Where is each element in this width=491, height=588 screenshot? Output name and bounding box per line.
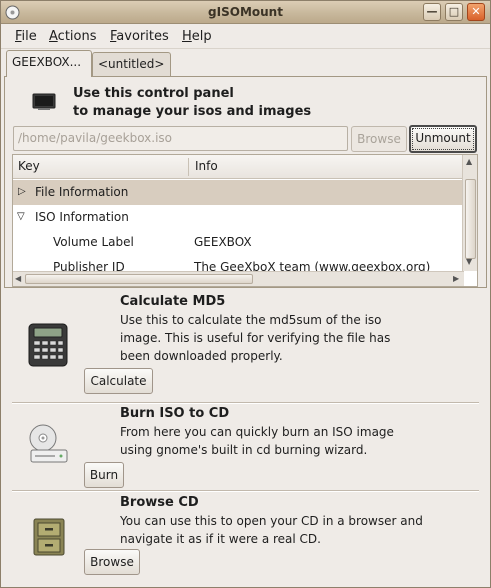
close-icon: ✕ [471,5,481,18]
main-window: gISOMount — □ ✕ File Actions Favorites H… [0,0,491,588]
panel-heading: Use this control panel to manage your is… [73,86,312,119]
tree-row-volume-label[interactable]: Volume Label GEEXBOX [13,230,463,255]
info-tree[interactable]: Key Info ▷ File Information ▽ ISO Inform… [12,154,478,287]
file-cabinet-icon [33,518,65,556]
window-title: gISOMount [208,5,283,19]
horizontal-scrollbar[interactable]: ◀ ▶ [13,271,464,286]
vertical-scrollbar[interactable]: ▲ ▼ [462,155,477,271]
close-button[interactable]: ✕ [467,3,485,21]
scroll-left-icon[interactable]: ◀ [15,274,21,283]
menu-actions[interactable]: Actions [49,29,97,44]
menu-help[interactable]: Help [182,29,212,44]
burn-description: From here you can quickly burn an ISO im… [120,425,394,457]
scroll-right-icon[interactable]: ▶ [453,274,459,283]
expander-collapsed-icon[interactable]: ▷ [18,186,26,197]
tab-geexbox[interactable]: GEEXBOX... [6,50,92,77]
menu-file[interactable]: File [15,29,37,44]
browse-cd-title: Browse CD [120,495,199,510]
browse-path-button[interactable]: Browse [351,126,407,152]
vertical-scroll-thumb[interactable] [465,179,476,259]
scroll-down-icon[interactable]: ▼ [466,257,472,266]
horizontal-scroll-thumb[interactable] [25,274,253,284]
burn-button[interactable]: Burn [84,462,124,488]
column-info[interactable]: Info [195,159,218,173]
browse-cd-button[interactable]: Browse [84,549,140,575]
calculate-button[interactable]: Calculate [84,368,153,394]
tab-untitled[interactable]: <untitled> [92,52,171,76]
expander-expanded-icon[interactable]: ▽ [17,211,25,222]
tree-header: Key Info [13,155,463,179]
tree-row-file-information[interactable]: ▷ File Information [13,180,463,205]
maximize-icon: □ [448,5,460,18]
tree-row-iso-information[interactable]: ▽ ISO Information [13,205,463,230]
maximize-button[interactable]: □ [445,3,463,21]
menu-favorites[interactable]: Favorites [110,29,169,44]
burn-title: Burn ISO to CD [120,406,230,421]
iso-path-input[interactable]: /home/pavila/geekbox.iso [13,126,348,151]
title-bar[interactable]: gISOMount — □ ✕ [1,1,490,24]
scroll-up-icon[interactable]: ▲ [466,157,472,166]
menu-bar: File Actions Favorites Help [1,25,490,49]
minimize-icon: — [426,5,438,18]
minimize-button[interactable]: — [423,3,441,21]
browse-cd-description: You can use this to open your CD in a br… [120,514,423,546]
calculator-icon [28,323,68,367]
monitor-icon [32,93,56,110]
column-key[interactable]: Key [18,159,40,173]
md5-title: Calculate MD5 [120,294,226,309]
cd-burner-icon [29,424,68,463]
column-divider[interactable] [188,158,189,176]
md5-description: Use this to calculate the md5sum of the … [120,313,391,363]
unmount-button[interactable]: Unmount [409,125,477,153]
section-divider [12,402,479,404]
section-divider [12,490,479,492]
